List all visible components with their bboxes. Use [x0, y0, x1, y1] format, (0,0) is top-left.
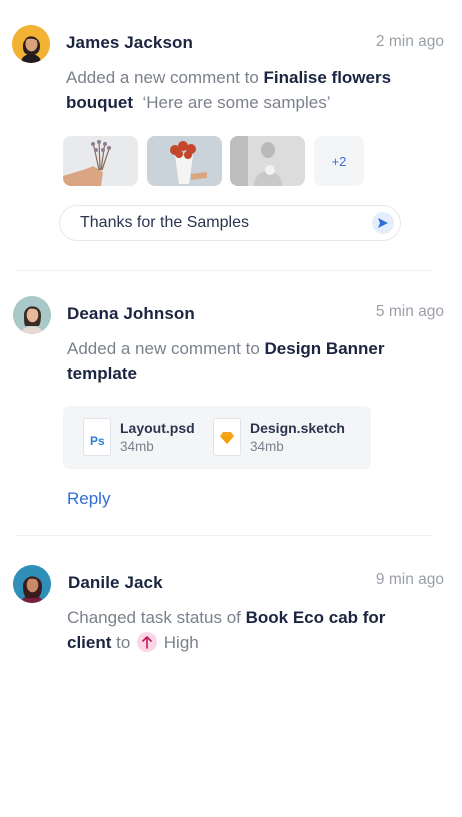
file-name: Layout.psd [120, 420, 195, 436]
file-size: 34mb [250, 439, 284, 454]
message-prefix: Changed task status of [67, 608, 246, 627]
attachment-thumbnail[interactable] [147, 136, 222, 186]
divider [16, 535, 432, 536]
more-attachments-button[interactable]: +2 [314, 136, 364, 186]
file-name: Design.sketch [250, 420, 345, 436]
message-prefix: Added a new comment to [66, 68, 264, 87]
avatar[interactable] [12, 25, 50, 63]
activity-message: Added a new comment to Design Banner tem… [67, 336, 427, 386]
timestamp: 5 min ago [375, 303, 444, 320]
priority-label: High [163, 633, 199, 652]
timestamp: 2 min ago [375, 33, 444, 50]
priority-up-icon [137, 632, 158, 652]
user-name[interactable]: Deana Johnson [67, 304, 195, 324]
reply-button[interactable]: Reply [67, 489, 110, 509]
send-icon [378, 218, 388, 228]
user-name[interactable]: Danile Jack [68, 573, 163, 593]
photoshop-file-icon: Ps [83, 418, 111, 456]
message-connector: to [111, 633, 136, 652]
file-type-label: Ps [90, 434, 105, 448]
file-attachments: Ps Layout.psd 34mb Design.sketch 34mb [63, 406, 371, 469]
attachment-thumbnail[interactable] [63, 136, 138, 186]
activity-message: Added a new comment to Finalise flowers … [66, 65, 436, 115]
comment-reply-box [59, 205, 401, 241]
attachment-thumbnail[interactable] [230, 136, 305, 186]
comment-quote: ‘Here are some samples’ [142, 93, 331, 112]
user-name[interactable]: James Jackson [66, 33, 193, 53]
avatar[interactable] [13, 565, 51, 603]
sketch-file-icon [213, 418, 241, 456]
activity-item: James Jackson 2 min ago Added a new comm… [0, 0, 462, 270]
activity-message: Changed task status of Book Eco cab for … [67, 605, 427, 655]
message-prefix: Added a new comment to [67, 339, 265, 358]
reply-input[interactable] [80, 206, 360, 240]
send-button[interactable] [372, 212, 394, 234]
avatar[interactable] [13, 296, 51, 334]
file-size: 34mb [120, 439, 154, 454]
timestamp: 9 min ago [375, 571, 444, 588]
